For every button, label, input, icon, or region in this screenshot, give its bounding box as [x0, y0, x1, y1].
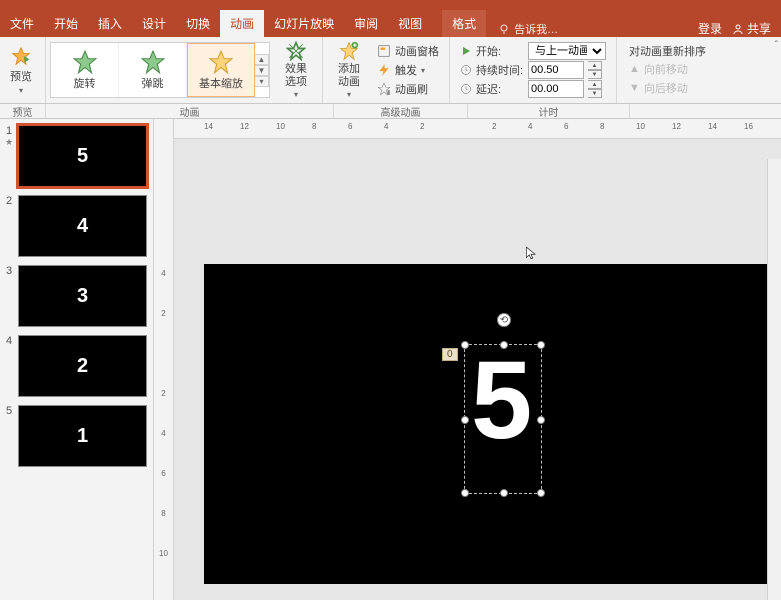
lightbulb-icon — [498, 23, 510, 35]
duration-label: 持续时间: — [476, 62, 524, 78]
tell-me-input[interactable]: 告诉我… — [514, 21, 558, 37]
painter-icon — [377, 82, 391, 96]
tab-insert[interactable]: 插入 — [88, 10, 132, 37]
reorder-title: 对动画重新排序 — [629, 43, 706, 59]
add-animation-button[interactable]: 添加动画 ▾ — [327, 39, 371, 100]
resize-handle-w[interactable] — [461, 416, 469, 424]
resize-handle-s[interactable] — [500, 489, 508, 497]
cursor-icon — [524, 244, 538, 262]
slide-thumb-3[interactable]: 3 — [18, 265, 147, 327]
resize-handle-ne[interactable] — [537, 341, 545, 349]
ribbon-collapse-icon[interactable]: ˆ — [775, 40, 778, 51]
lightning-icon — [377, 63, 391, 77]
resize-handle-e[interactable] — [537, 416, 545, 424]
star-plus-icon — [339, 41, 359, 61]
star-icon — [72, 49, 98, 75]
delay-input[interactable] — [528, 80, 584, 98]
start-select[interactable]: 与上一动画… — [528, 42, 606, 60]
animation-painter-button[interactable]: 动画刷 — [377, 80, 439, 98]
move-later-button: ▼ 向后移动 — [629, 79, 706, 97]
tab-strip: 文件 开始 插入 设计 切换 动画 幻灯片放映 审阅 视图 格式 告诉我… 登录… — [0, 10, 781, 37]
share-icon — [732, 23, 744, 35]
tab-animations[interactable]: 动画 — [220, 10, 264, 37]
animation-pane-button[interactable]: 动画窗格 — [377, 42, 439, 60]
horizontal-ruler: 14 12 10 8 6 4 2 2 4 6 8 10 12 14 16 — [174, 119, 781, 139]
preview-button[interactable]: 预览 ▾ — [4, 44, 38, 97]
gallery-item-zoom[interactable]: 基本缩放 — [187, 43, 255, 97]
resize-handle-se[interactable] — [537, 489, 545, 497]
resize-handle-nw[interactable] — [461, 341, 469, 349]
preview-label: 预览 — [10, 68, 32, 84]
slide-thumb-5[interactable]: 1 — [18, 405, 147, 467]
slide-canvas-area[interactable]: 5 ⟲ 0 — [174, 139, 781, 600]
star-play-icon — [11, 46, 31, 66]
up-icon: ▲ — [629, 63, 640, 75]
ribbon-group-labels: 预览 动画 高级动画 计时 — [0, 104, 781, 119]
play-icon — [460, 45, 472, 57]
slide-num: 4 — [6, 335, 12, 347]
tab-home[interactable]: 开始 — [44, 10, 88, 37]
resize-handle-sw[interactable] — [461, 489, 469, 497]
ribbon: ˆ 预览 ▾ 旋转 弹跳 — [0, 37, 781, 104]
slide-num: 3 — [6, 265, 12, 277]
slide-panel[interactable]: 1★ 5 2 4 3 3 4 2 5 1 — [0, 119, 154, 600]
slide-thumb-4[interactable]: 2 — [18, 335, 147, 397]
tab-slideshow[interactable]: 幻灯片放映 — [264, 10, 344, 37]
vertical-ruler: 4 2 2 4 6 8 10 — [154, 119, 174, 600]
gallery-item-bounce[interactable]: 弹跳 — [119, 43, 187, 97]
share-button[interactable]: 共享 — [732, 20, 771, 37]
delay-spinner[interactable]: ▲▼ — [588, 80, 602, 98]
tab-format[interactable]: 格式 — [442, 10, 486, 37]
slide-thumb-1[interactable]: 5 — [18, 125, 147, 187]
tab-view[interactable]: 视图 — [388, 10, 432, 37]
gallery-scroll[interactable]: ▲ ▼ ▾ — [255, 54, 269, 87]
star-icon — [208, 49, 234, 75]
gallery-expand[interactable]: ▾ — [255, 76, 269, 87]
delay-label: 延迟: — [476, 81, 524, 97]
gallery-item-rotate[interactable]: 旋转 — [51, 43, 119, 97]
animation-star-icon: ★ — [5, 137, 13, 148]
slide-num: 1 — [6, 125, 12, 137]
animation-order-tag[interactable]: 0 — [442, 348, 458, 361]
vertical-scrollbar[interactable] — [767, 159, 781, 600]
clock-icon — [460, 83, 472, 95]
selection-box[interactable]: 5 ⟲ — [464, 344, 542, 494]
duration-spinner[interactable]: ▲▼ — [588, 61, 602, 79]
start-label: 开始: — [476, 43, 524, 59]
effect-options-button[interactable]: 效果选项 ▾ — [274, 39, 318, 100]
gallery-scroll-up[interactable]: ▲ — [255, 54, 269, 65]
pane-icon — [377, 44, 391, 58]
tab-review[interactable]: 审阅 — [344, 10, 388, 37]
rotate-handle[interactable]: ⟲ — [497, 313, 511, 327]
down-icon: ▼ — [629, 82, 640, 94]
tab-transitions[interactable]: 切换 — [176, 10, 220, 37]
effect-options-icon — [286, 41, 306, 61]
slide-canvas[interactable]: 5 ⟲ 0 — [204, 264, 772, 584]
gallery-scroll-down[interactable]: ▼ — [255, 65, 269, 76]
login-button[interactable]: 登录 — [698, 20, 722, 37]
move-earlier-button: ▲ 向前移动 — [629, 60, 706, 78]
trigger-button[interactable]: 触发 ▾ — [377, 61, 439, 79]
textbox-content[interactable]: 5 — [471, 337, 532, 464]
slide-num: 2 — [6, 195, 12, 207]
slide-num: 5 — [6, 405, 12, 417]
animation-gallery[interactable]: 旋转 弹跳 基本缩放 ▲ ▼ ▾ — [50, 42, 270, 98]
tab-file[interactable]: 文件 — [0, 10, 44, 37]
clock-icon — [460, 64, 472, 76]
resize-handle-n[interactable] — [500, 341, 508, 349]
slide-thumb-2[interactable]: 4 — [18, 195, 147, 257]
tab-design[interactable]: 设计 — [132, 10, 176, 37]
duration-input[interactable] — [528, 61, 584, 79]
star-icon — [140, 49, 166, 75]
